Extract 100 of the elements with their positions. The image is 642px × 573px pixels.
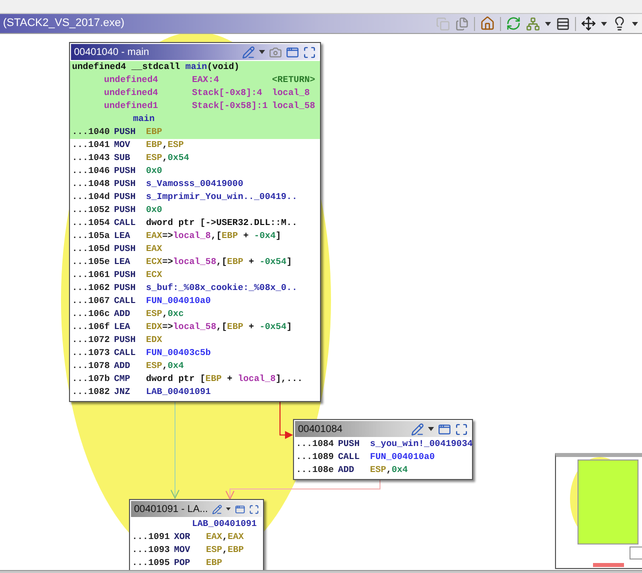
instruction-operands: LAB_00401091 bbox=[146, 386, 211, 399]
instruction-address: ...105a bbox=[72, 230, 111, 243]
param-type: undefined1 bbox=[104, 100, 160, 113]
instruction-mnemonic: PUSH bbox=[338, 438, 361, 451]
home-icon[interactable] bbox=[480, 16, 495, 31]
instruction-address: ...1089 bbox=[296, 451, 335, 464]
code-block-node[interactable] bbox=[69, 42, 321, 402]
instruction-mnemonic: JNZ bbox=[114, 386, 132, 399]
instruction-mnemonic: PUSH bbox=[114, 178, 137, 191]
panel-icon[interactable] bbox=[556, 16, 570, 30]
move-icon[interactable] bbox=[581, 16, 596, 31]
instruction-address: ...106f bbox=[72, 321, 111, 334]
code-label: LAB_00401091 bbox=[192, 518, 257, 531]
instruction-mnemonic: LEA bbox=[114, 256, 132, 269]
instruction-address: ...1061 bbox=[72, 269, 111, 282]
instruction-mnemonic: SUB bbox=[114, 152, 132, 165]
instruction-mnemonic: PUSH bbox=[114, 126, 137, 139]
instruction-mnemonic: CALL bbox=[338, 451, 361, 464]
instruction-mnemonic: POP bbox=[174, 557, 192, 570]
instruction-operands: ESP,0x4 bbox=[146, 360, 184, 373]
instruction-operands: EBP,ESP bbox=[146, 139, 184, 152]
instruction-operands: dword ptr [EBP + local_8],... bbox=[146, 373, 303, 386]
param-name: local_58 bbox=[272, 100, 316, 113]
edit-icon[interactable] bbox=[242, 46, 255, 58]
caret-icon[interactable] bbox=[601, 22, 607, 26]
lightbulb-icon[interactable] bbox=[612, 16, 627, 31]
instruction-mnemonic: PUSH bbox=[114, 269, 137, 282]
caret-icon[interactable] bbox=[428, 427, 434, 431]
maximize-icon[interactable] bbox=[248, 502, 259, 516]
caret-icon[interactable] bbox=[226, 507, 231, 511]
instruction-operands: ESP,0x4 bbox=[370, 464, 408, 477]
instruction-address: ...1062 bbox=[72, 282, 111, 295]
instruction-operands: s_Imprimir_You_win.._00419.. bbox=[146, 191, 298, 204]
instruction-mnemonic: PUSH bbox=[114, 334, 137, 347]
instruction-address: ...1067 bbox=[72, 295, 111, 308]
instruction-mnemonic: PUSH bbox=[114, 204, 137, 217]
instruction-address: ...1052 bbox=[72, 204, 111, 217]
node-title: 00401091 - LA... bbox=[134, 502, 208, 516]
window-icon[interactable] bbox=[286, 46, 299, 58]
node-title: 00401084 bbox=[298, 422, 344, 436]
instruction-operands: dword ptr [->USER32.DLL::M.. bbox=[146, 217, 298, 230]
caret-icon[interactable] bbox=[545, 22, 551, 26]
instruction-address: ...1040 bbox=[72, 126, 111, 139]
instruction-mnemonic: LEA bbox=[114, 230, 132, 243]
instruction-mnemonic: ADD bbox=[114, 308, 132, 321]
instruction-address: ...1046 bbox=[72, 165, 111, 178]
instruction-operands: EAX bbox=[146, 243, 162, 256]
instruction-operands: 0x0 bbox=[146, 165, 162, 178]
instruction-mnemonic: CMP bbox=[114, 373, 132, 386]
instruction-mnemonic: ADD bbox=[114, 360, 132, 373]
instruction-address: ...105d bbox=[72, 243, 111, 256]
instruction-mnemonic: MOV bbox=[114, 139, 132, 152]
instruction-operands: s_Vamosss_00419000 bbox=[146, 178, 244, 191]
instruction-operands: 0x0 bbox=[146, 204, 162, 217]
instruction-mnemonic: PUSH bbox=[114, 165, 137, 178]
param-storage: Stack[-0x58]:1 bbox=[192, 100, 269, 113]
edit-icon[interactable] bbox=[411, 422, 424, 436]
instruction-operands: EAX=>local_8,[EBP + -0x4] bbox=[146, 230, 282, 243]
instruction-operands: FUN_004010a0 bbox=[370, 451, 435, 464]
instruction-operands: EAX,EAX bbox=[206, 531, 244, 544]
instruction-mnemonic: PUSH bbox=[114, 191, 137, 204]
param-storage: Stack[-0x8]:4 bbox=[192, 87, 264, 100]
caret-icon[interactable] bbox=[632, 22, 638, 26]
param-type: undefined4 bbox=[104, 87, 160, 100]
edit-icon[interactable] bbox=[212, 502, 222, 516]
instruction-mnemonic: PUSH bbox=[114, 282, 137, 295]
param-name: local_8 bbox=[272, 87, 310, 100]
instruction-address: ...1093 bbox=[132, 544, 171, 557]
instruction-address: ...1043 bbox=[72, 152, 111, 165]
window-icon[interactable] bbox=[438, 422, 451, 436]
instruction-address: ...104d bbox=[72, 191, 111, 204]
instruction-mnemonic: CALL bbox=[114, 217, 137, 230]
instruction-operands: ESP,EBP bbox=[206, 544, 244, 557]
param-name: <RETURN> bbox=[272, 74, 316, 87]
instruction-address: ...1084 bbox=[296, 438, 335, 451]
instruction-operands: FUN_00403c5b bbox=[146, 347, 211, 360]
maximize-icon[interactable] bbox=[303, 46, 316, 58]
instruction-address: ...107b bbox=[72, 373, 111, 386]
instruction-mnemonic: CALL bbox=[114, 295, 137, 308]
instruction-operands: EDX=>local_58,[EBP + -0x54] bbox=[146, 321, 292, 334]
instruction-address: ...1041 bbox=[72, 139, 111, 152]
graph-layout-icon[interactable] bbox=[526, 16, 540, 30]
window-icon[interactable] bbox=[234, 502, 245, 516]
instruction-operands: EBP bbox=[206, 557, 222, 570]
refresh-icon[interactable] bbox=[506, 16, 521, 31]
instruction-address: ...1073 bbox=[72, 347, 111, 360]
code-block-node[interactable]: 00401091 - LA... LAB_00401091 ...1091 XOR EAX,EAX ...1093 MOV ESP,EBP ...1095 POP EBP bbox=[129, 499, 264, 573]
function-signature: undefined4 __stdcall main(void) bbox=[72, 61, 240, 74]
caret-icon[interactable] bbox=[259, 50, 265, 54]
maximize-icon[interactable] bbox=[455, 422, 468, 436]
instruction-operands: ESP,0x54 bbox=[146, 152, 190, 165]
instruction-address: ...1082 bbox=[72, 386, 111, 399]
instruction-address: ...1054 bbox=[72, 217, 111, 230]
node-title: 00401040 - main bbox=[74, 46, 150, 60]
instruction-operands: FUN_004010a0 bbox=[146, 295, 211, 308]
instruction-mnemonic: MOV bbox=[174, 544, 192, 557]
instruction-address: ...106c bbox=[72, 308, 111, 321]
instruction-operands: EBP bbox=[146, 126, 162, 139]
instruction-mnemonic: ADD bbox=[338, 464, 356, 477]
instruction-operands: ECX=>local_58,[EBP + -0x54] bbox=[146, 256, 292, 269]
